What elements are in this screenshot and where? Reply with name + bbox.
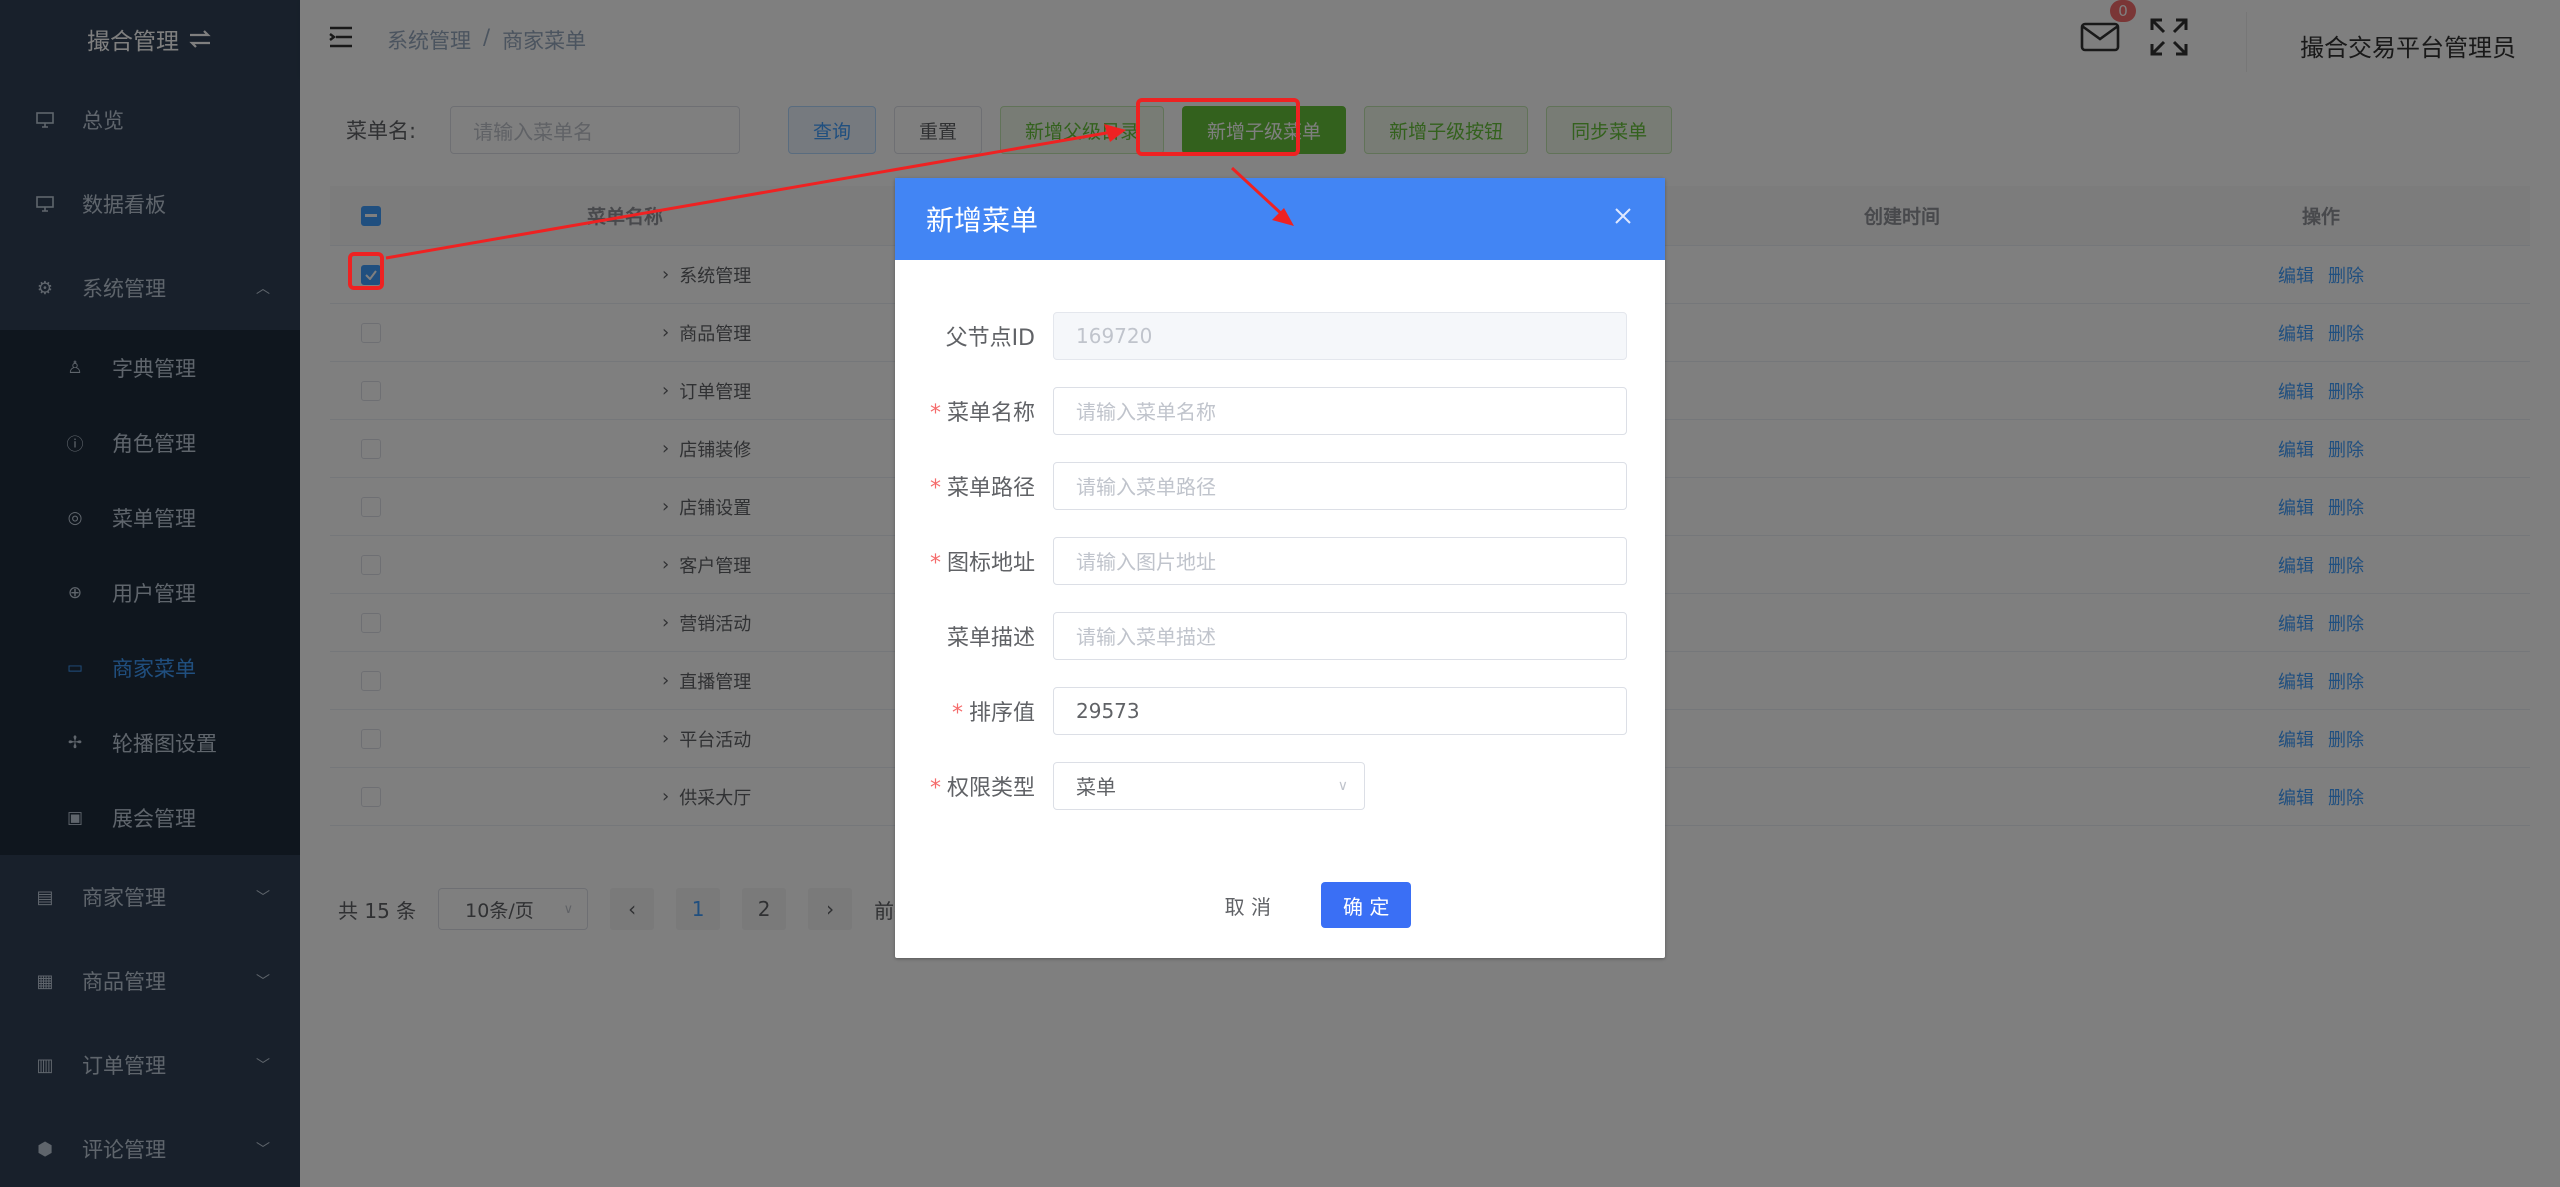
form-row-menu-desc: 菜单描述 请输入菜单描述 — [895, 598, 1665, 673]
annotation-box-checkbox — [348, 252, 384, 290]
form-row-icon-url: * 图标地址 请输入图片地址 — [895, 523, 1665, 598]
form-label: 菜单描述 — [946, 625, 1035, 651]
form-row-menu-name: * 菜单名称 请输入菜单名称 — [895, 373, 1665, 448]
menu-desc-field[interactable]: 请输入菜单描述 — [1053, 611, 1627, 660]
menu-name-field[interactable]: 请输入菜单名称 — [1053, 386, 1627, 435]
form-row-permission-type: * 权限类型 菜单 ∨ — [895, 748, 1665, 823]
icon-url-field[interactable]: 请输入图片地址 — [1053, 536, 1627, 585]
form-label: 父节点ID — [945, 325, 1035, 351]
dialog-title: 新增菜单 — [926, 204, 1039, 237]
add-menu-dialog: 新增菜单 父节点ID 169720 * 菜单名称 请输入菜单名称 * 菜单路径 请输… — [895, 178, 1665, 958]
form-label: * 图标地址 — [929, 550, 1035, 576]
parent-id-field: 169720 — [1053, 311, 1627, 360]
confirm-button[interactable]: 确 定 — [1321, 882, 1412, 928]
chevron-down-icon: ∨ — [1337, 777, 1348, 794]
form-label: * 排序值 — [951, 700, 1035, 726]
form-label: * 权限类型 — [929, 775, 1035, 801]
sort-value-field[interactable]: 29573 — [1053, 686, 1627, 735]
menu-path-field[interactable]: 请输入菜单路径 — [1053, 461, 1627, 510]
form-row-sort: * 排序值 29573 — [895, 673, 1665, 748]
form-label: * 菜单路径 — [929, 475, 1035, 501]
cancel-button[interactable]: 取 消 — [1208, 882, 1287, 928]
close-icon[interactable] — [1611, 204, 1635, 228]
form-row-menu-path: * 菜单路径 请输入菜单路径 — [895, 448, 1665, 523]
dialog-footer: 取 消 确 定 — [925, 882, 1695, 928]
permission-type-select[interactable]: 菜单 ∨ — [1053, 761, 1365, 810]
dialog-header: 新增菜单 — [895, 178, 1665, 260]
form-label: * 菜单名称 — [929, 400, 1035, 426]
menu-form: 父节点ID 169720 * 菜单名称 请输入菜单名称 * 菜单路径 请输入菜单路径… — [895, 298, 1665, 823]
annotation-box-button — [1136, 98, 1300, 156]
form-row-parent-id: 父节点ID 169720 — [895, 298, 1665, 373]
